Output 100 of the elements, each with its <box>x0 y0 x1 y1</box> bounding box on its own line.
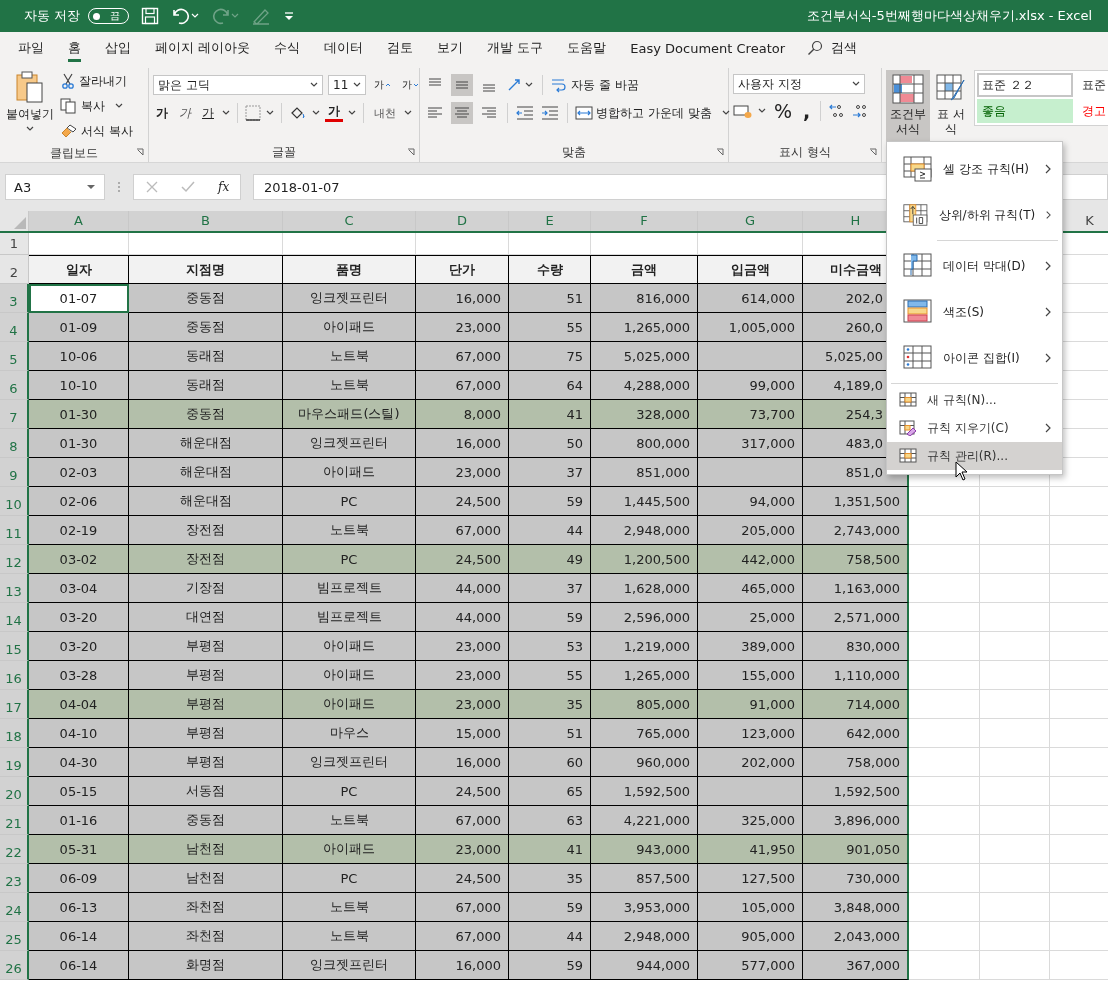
row-header[interactable]: 19 <box>0 748 29 777</box>
row-header[interactable]: 15 <box>0 632 29 661</box>
row-header[interactable]: 10 <box>0 487 29 516</box>
row-header[interactable]: 23 <box>0 864 29 893</box>
font-color-button[interactable]: 가 <box>325 104 343 122</box>
enter-check-icon[interactable] <box>180 180 197 194</box>
table-cell: 465,000 <box>698 574 803 603</box>
column-header[interactable]: E <box>509 211 591 231</box>
customize-caret-icon[interactable] <box>283 10 296 22</box>
ribbon-tab[interactable]: 수식 <box>262 32 313 64</box>
ribbon-tab[interactable]: 홈 <box>56 32 93 64</box>
empty-cell <box>980 545 1050 574</box>
row-header[interactable]: 18 <box>0 719 29 748</box>
row-header[interactable]: 9 <box>0 458 29 487</box>
table-cell: 65 <box>509 777 591 806</box>
ribbon-tab[interactable]: 삽입 <box>93 32 143 64</box>
table-cell: 동래점 <box>129 371 283 400</box>
column-header[interactable]: A <box>29 211 129 231</box>
conditional-formatting-button[interactable]: 조건부 서식 <box>886 70 930 142</box>
format-as-table-button[interactable]: 표 서식 <box>934 70 968 142</box>
ribbon-tab[interactable]: 데이터 <box>312 32 376 64</box>
save-icon[interactable] <box>141 7 160 25</box>
search-button[interactable]: 검색 <box>807 39 858 57</box>
row-header[interactable]: 24 <box>0 893 29 922</box>
row-header[interactable]: 20 <box>0 777 29 806</box>
table-cell: 03-02 <box>29 545 129 574</box>
row-header[interactable]: 5 <box>0 342 29 371</box>
row-header[interactable]: 8 <box>0 429 29 458</box>
table-cell: 37 <box>509 458 591 487</box>
dialog-launcher-icon[interactable] <box>869 148 877 156</box>
column-header[interactable]: F <box>591 211 698 231</box>
column-header[interactable]: G <box>698 211 803 231</box>
row-header[interactable]: 6 <box>0 371 29 400</box>
row-header[interactable]: 16 <box>0 661 29 690</box>
caret-icon[interactable] <box>266 110 274 116</box>
ribbon-tab[interactable]: 도움말 <box>555 32 619 64</box>
row-header[interactable]: 22 <box>0 835 29 864</box>
table-cell: 41,950 <box>698 835 803 864</box>
merge-center-button[interactable]: 병합하고 가운데 맞춤 <box>575 102 731 124</box>
paste-button[interactable]: 붙여넣기 <box>4 70 56 133</box>
underline-button[interactable]: 가 <box>199 102 217 124</box>
caret-icon[interactable] <box>222 110 230 116</box>
row-header[interactable]: 26 <box>0 951 29 980</box>
row-header[interactable]: 11 <box>0 516 29 545</box>
table-cell: 73,700 <box>698 400 803 429</box>
border-icon[interactable] <box>245 105 261 121</box>
caret-icon[interactable] <box>312 110 320 116</box>
column-header[interactable]: D <box>416 211 509 231</box>
row-header[interactable]: 25 <box>0 922 29 951</box>
row-header[interactable]: 3 <box>0 284 29 313</box>
caret-icon[interactable] <box>404 110 412 116</box>
wrap-text-button[interactable]: 자동 줄 바꿈 <box>550 74 639 96</box>
table-cell: 325,000 <box>698 806 803 835</box>
number-format-field[interactable]: 사용자 지정 <box>733 74 865 94</box>
ribbon-tab[interactable]: 파일 <box>6 32 56 64</box>
phonetic-button[interactable]: 내천 <box>371 102 399 124</box>
row-header[interactable]: 14 <box>0 603 29 632</box>
dialog-launcher-icon[interactable] <box>716 148 724 156</box>
cell-style-option[interactable]: 좋음 <box>977 99 1073 123</box>
currency-icon[interactable] <box>733 103 753 119</box>
insert-function-button[interactable]: fx <box>218 180 230 194</box>
cut-button[interactable]: 잘라내기 <box>60 70 133 92</box>
copy-button[interactable]: 복사 <box>60 95 133 117</box>
comma-button[interactable]: , <box>800 100 814 122</box>
ribbon-tab[interactable]: Easy Document Creator <box>618 32 798 64</box>
ribbon-tab[interactable]: 페이지 레이아웃 <box>143 32 263 64</box>
percent-button[interactable]: % <box>771 100 796 122</box>
caret-icon[interactable] <box>758 108 766 114</box>
row-header[interactable]: 2 <box>0 255 29 284</box>
fill-bucket-icon[interactable] <box>289 105 307 121</box>
row-header[interactable]: 4 <box>0 313 29 342</box>
font-size-field[interactable]: 11 <box>328 75 366 95</box>
row-header[interactable]: 13 <box>0 574 29 603</box>
dialog-launcher-icon[interactable] <box>407 148 415 156</box>
undo-icon[interactable] <box>171 7 200 25</box>
table-cell: 830,000 <box>803 632 909 661</box>
row-header[interactable]: 21 <box>0 806 29 835</box>
row-header[interactable]: 12 <box>0 545 29 574</box>
menu-item[interactable]: 규칙 관리(R)... <box>887 442 1062 470</box>
bold-button[interactable]: 가 <box>153 102 171 124</box>
column-header[interactable]: C <box>283 211 416 231</box>
table-cell: 758,500 <box>803 545 909 574</box>
row-header[interactable]: 7 <box>0 400 29 429</box>
font-name-field[interactable]: 맑은 고딕 <box>153 75 323 95</box>
table-cell: 좌천점 <box>129 893 283 922</box>
row-header[interactable]: 17 <box>0 690 29 719</box>
caret-icon[interactable] <box>348 110 356 116</box>
table-cell: 잉크젯프린터 <box>283 951 416 980</box>
ribbon-tab[interactable]: 검토 <box>375 32 426 64</box>
row-header[interactable]: 1 <box>0 233 29 255</box>
column-header[interactable]: B <box>129 211 283 231</box>
italic-button[interactable]: 가 <box>176 102 194 124</box>
name-box[interactable]: A3 <box>5 174 105 200</box>
shrink-font-button[interactable]: 가 <box>399 74 422 96</box>
ribbon-tab[interactable]: 보기 <box>425 32 476 64</box>
format-painter-button[interactable]: 서식 복사 <box>60 120 133 142</box>
ribbon-tab[interactable]: 개발 도구 <box>475 32 556 64</box>
dialog-launcher-icon[interactable] <box>136 148 144 156</box>
grow-font-button[interactable]: 가 <box>371 74 394 96</box>
cell-style-option[interactable]: 표준 ２２ <box>977 73 1073 97</box>
